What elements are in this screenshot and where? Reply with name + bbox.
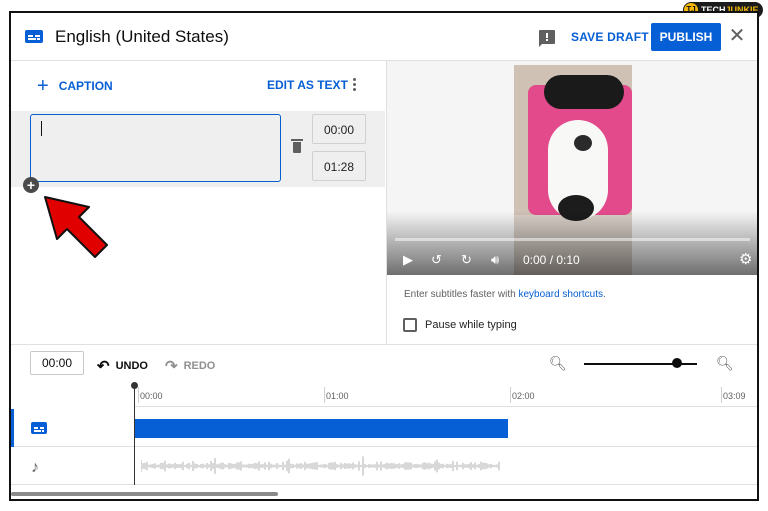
video-player[interactable]: ▶ ↺ ↻ 🔊︎ 0:00 / 0:10 ⚙ — [387, 61, 757, 275]
caption-row: 00:00 01:28 — [11, 111, 385, 187]
caption-editor-panel: + CAPTION EDIT AS TEXT 00:00 01:28 + — [11, 61, 385, 344]
video-preview-panel: ▶ ↺ ↻ 🔊︎ 0:00 / 0:10 ⚙ Enter subtitles f… — [386, 61, 757, 344]
pause-while-typing-checkbox[interactable] — [403, 318, 417, 332]
playhead[interactable] — [131, 382, 138, 485]
track-selected-indicator — [11, 409, 14, 447]
add-caption-label: CAPTION — [58, 79, 113, 93]
plus-icon: + — [37, 75, 49, 97]
text-cursor — [41, 121, 42, 136]
audio-track: ♪ — [11, 447, 757, 485]
redo-button[interactable]: ↷ REDO — [165, 357, 215, 375]
publish-button[interactable]: PUBLISH — [651, 23, 721, 51]
ruler-tick: 03:09 — [721, 387, 746, 403]
ruler-tick: 01:00 — [324, 387, 349, 403]
timeline-ruler: 00:00 01:00 02:00 03:09 — [135, 383, 757, 407]
current-time-field[interactable]: 00:00 — [30, 351, 84, 375]
settings-gear-icon[interactable]: ⚙ — [739, 251, 752, 269]
undo-label: UNDO — [115, 360, 148, 372]
keyboard-shortcuts-link[interactable]: keyboard shortcuts — [519, 289, 604, 300]
zoom-slider-thumb[interactable] — [671, 358, 682, 368]
redo-icon: ↷ — [165, 358, 178, 375]
edit-as-text-button[interactable]: EDIT AS TEXT — [267, 78, 348, 92]
more-vert-icon[interactable] — [351, 78, 357, 92]
video-time-display: 0:00 / 0:10 — [523, 253, 580, 267]
add-caption-between-button[interactable]: + — [23, 177, 39, 193]
subtitle-track — [11, 409, 757, 447]
delete-icon[interactable] — [291, 139, 303, 153]
close-icon[interactable]: ✕ — [727, 25, 747, 47]
dialog-title: English (United States) — [55, 27, 229, 46]
timeline-panel: 00:00 ↶ UNDO ↷ REDO 🔍︎ 🔍︎ 00:00 01:00 02… — [11, 344, 757, 499]
horizontal-scrollbar[interactable] — [11, 492, 278, 496]
save-draft-button[interactable]: SAVE DRAFT — [565, 24, 655, 50]
subtitles-track-icon — [31, 421, 47, 439]
ruler-tick: 02:00 — [510, 387, 535, 403]
audio-waveform — [141, 456, 500, 476]
zoom-in-icon[interactable]: 🔍︎ — [716, 355, 734, 372]
forward-5-icon[interactable]: ↻ — [461, 251, 472, 269]
caption-text-input[interactable] — [30, 114, 281, 182]
subtitle-editor-dialog: English (United States) SAVE DRAFT PUBLI… — [9, 11, 759, 501]
rewind-5-icon[interactable]: ↺ — [431, 251, 442, 269]
subtitle-segment[interactable] — [135, 419, 508, 438]
pause-while-typing-label: Pause while typing — [425, 319, 517, 331]
zoom-out-icon[interactable]: 🔍︎ — [549, 355, 567, 372]
feedback-icon[interactable] — [539, 30, 555, 47]
ruler-tick: 00:00 — [138, 387, 163, 403]
volume-icon[interactable]: 🔊︎ — [491, 251, 499, 269]
undo-icon: ↶ — [97, 358, 110, 375]
add-caption-button[interactable]: + CAPTION — [37, 76, 113, 96]
shortcut-hint: Enter subtitles faster with keyboard sho… — [404, 289, 606, 300]
redo-label: REDO — [183, 360, 216, 372]
undo-button[interactable]: ↶ UNDO — [97, 357, 148, 375]
video-progress-bar[interactable] — [395, 238, 750, 241]
caption-end-time[interactable]: 01:28 — [312, 151, 366, 181]
caption-start-time[interactable]: 00:00 — [312, 114, 366, 144]
play-icon[interactable]: ▶ — [403, 251, 413, 269]
subtitles-icon — [25, 30, 43, 43]
red-arrow-annotation — [44, 196, 108, 258]
music-note-icon: ♪ — [31, 459, 39, 476]
dialog-header: English (United States) SAVE DRAFT PUBLI… — [11, 13, 757, 61]
